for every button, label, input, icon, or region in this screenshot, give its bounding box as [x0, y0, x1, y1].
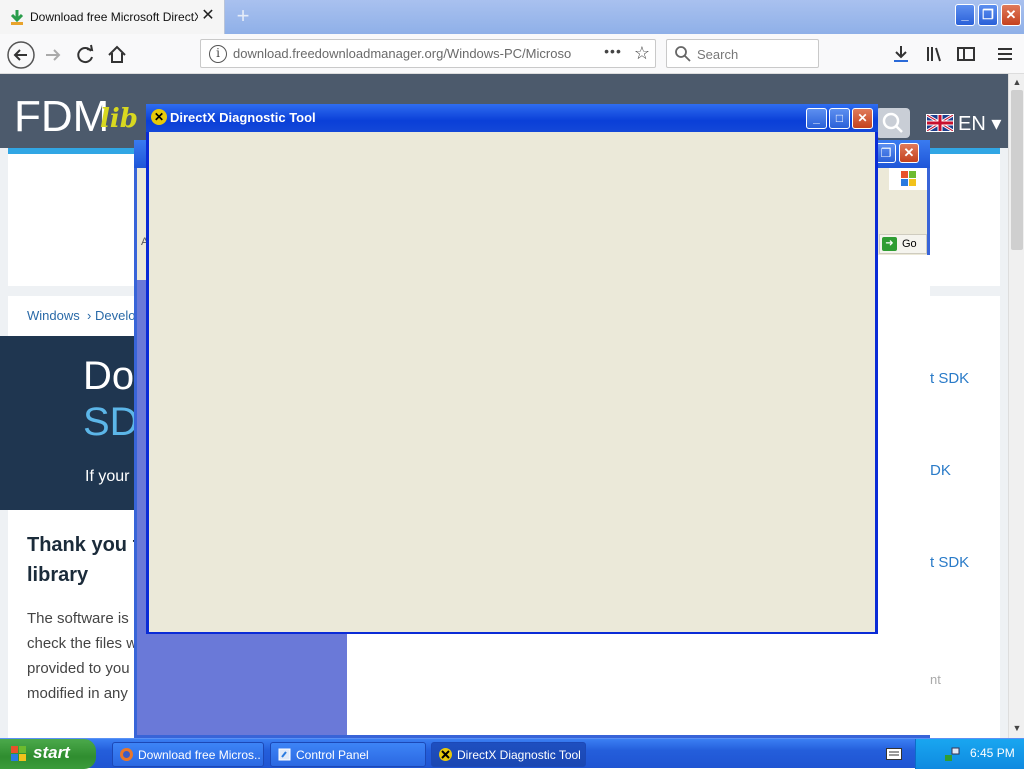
downloads-icon[interactable] — [887, 40, 915, 68]
maximize-button[interactable]: □ — [829, 108, 850, 129]
dxdiag-client-area — [149, 132, 875, 632]
related-link[interactable]: t SDK — [930, 554, 969, 571]
sidebar-icon[interactable] — [952, 40, 980, 68]
site-info-icon[interactable]: i — [209, 45, 227, 63]
back-arrow-icon[interactable] — [6, 40, 36, 70]
page-scrollbar[interactable]: ▲ ▼ — [1008, 74, 1024, 738]
control-panel-icon — [278, 748, 291, 761]
browser-tab-bar: Download free Microsoft DirectX S ✕ + _ … — [0, 0, 1024, 34]
taskbar-item-firefox[interactable]: Download free Micros... — [112, 742, 264, 767]
related-links: t SDK DK t SDK nt — [930, 296, 1000, 738]
body-text: The software is — [27, 610, 129, 627]
tab-title: Download free Microsoft DirectX S — [30, 10, 198, 24]
breadcrumb-windows[interactable]: Windows — [27, 308, 80, 323]
bookmark-star-icon[interactable]: ☆ — [631, 42, 653, 64]
dxdiag-window: ✕ DirectX Diagnostic Tool _ □ ✕ — [146, 104, 878, 634]
body-text: provided to you — [27, 660, 130, 677]
hero-banner: Dow SDK If your — [0, 336, 165, 510]
scroll-down-icon[interactable]: ▼ — [1009, 720, 1024, 736]
windows-flag-icon — [11, 746, 26, 761]
forward-arrow-icon[interactable] — [38, 40, 68, 70]
taskbar-item-dxdiag[interactable]: DirectX Diagnostic Tool — [431, 742, 586, 767]
directx-icon: ✕ — [151, 109, 167, 125]
site-logo-sub: lib — [100, 104, 138, 134]
new-tab-button[interactable]: + — [230, 4, 256, 30]
breadcrumb-separator: › — [87, 308, 92, 323]
windows-logo-icon — [889, 168, 927, 190]
page-actions-icon[interactable]: ••• — [601, 43, 625, 63]
window-close-button[interactable]: ✕ — [1001, 4, 1021, 26]
scroll-thumb[interactable] — [1011, 90, 1023, 250]
breadcrumb: Windows › Develo — [8, 296, 148, 336]
search-placeholder: Search — [697, 47, 739, 62]
go-button[interactable]: ➜ Go — [879, 234, 927, 254]
network-icon[interactable] — [944, 746, 960, 762]
taskbar-item-control-panel[interactable]: Control Panel — [270, 742, 426, 767]
body-text: modified in any — [27, 685, 128, 702]
search-icon — [675, 46, 691, 62]
window-minimize-button[interactable]: _ — [955, 4, 975, 26]
related-caption: nt — [930, 672, 941, 687]
main-content: Thank you fo library The software is che… — [8, 510, 152, 738]
taskbar-item-label: Control Panel — [296, 748, 369, 762]
menu-hamburger-icon[interactable] — [991, 40, 1019, 68]
go-arrow-icon: ➜ — [882, 237, 897, 251]
taskbar-item-label: DirectX Diagnostic Tool — [457, 748, 581, 762]
site-search-icon[interactable] — [876, 108, 910, 138]
tab-close-icon[interactable]: ✕ — [199, 7, 217, 25]
scroll-up-icon[interactable]: ▲ — [1009, 74, 1024, 90]
thank-you-heading-2: library — [27, 564, 89, 586]
language-selector[interactable]: EN ▾ — [958, 111, 1001, 136]
home-icon[interactable] — [102, 40, 132, 70]
keyboard-icon[interactable] — [886, 748, 902, 760]
close-button[interactable]: ✕ — [899, 143, 919, 163]
reload-icon[interactable] — [70, 40, 100, 70]
hero-subtitle: If your — [85, 468, 130, 485]
go-label: Go — [902, 238, 917, 250]
thank-you-heading: Thank you fo — [27, 534, 152, 556]
body-text: check the files w — [27, 635, 138, 652]
url-text[interactable]: download.freedownloadmanager.org/Windows… — [233, 46, 571, 61]
window-title: DirectX Diagnostic Tool — [170, 110, 316, 125]
firefox-icon — [120, 748, 133, 761]
breadcrumb-development[interactable]: Develo — [95, 308, 135, 323]
dxdiag-titlebar[interactable]: ✕ DirectX Diagnostic Tool _ □ ✕ — [146, 104, 878, 132]
taskbar-item-label: Download free Micros... — [138, 748, 260, 762]
library-icon[interactable] — [920, 40, 948, 68]
directx-icon — [439, 748, 452, 761]
start-label: start — [33, 743, 70, 762]
start-button[interactable]: start — [0, 739, 96, 769]
taskbar: start Download free Micros... Control Pa… — [0, 738, 1024, 769]
site-logo[interactable]: FDM — [14, 92, 109, 142]
system-tray: 6:45 PM — [915, 739, 1024, 769]
browser-nav-bar: i download.freedownloadmanager.org/Windo… — [0, 34, 1024, 74]
browser-tab[interactable]: Download free Microsoft DirectX S ✕ — [0, 0, 225, 34]
uk-flag-icon[interactable] — [926, 113, 954, 133]
download-favicon-icon — [10, 10, 24, 25]
related-link[interactable]: t SDK — [930, 370, 969, 387]
search-bar[interactable]: Search — [666, 39, 819, 68]
address-bar[interactable]: i download.freedownloadmanager.org/Windo… — [200, 39, 656, 68]
language-label: EN — [958, 113, 986, 135]
close-button[interactable]: ✕ — [852, 108, 873, 129]
window-restore-button[interactable]: ❐ — [978, 4, 998, 26]
clock: 6:45 PM — [970, 746, 1015, 760]
minimize-button[interactable]: _ — [806, 108, 827, 129]
maximize-button[interactable]: ❐ — [876, 143, 896, 163]
related-link[interactable]: DK — [930, 462, 951, 479]
